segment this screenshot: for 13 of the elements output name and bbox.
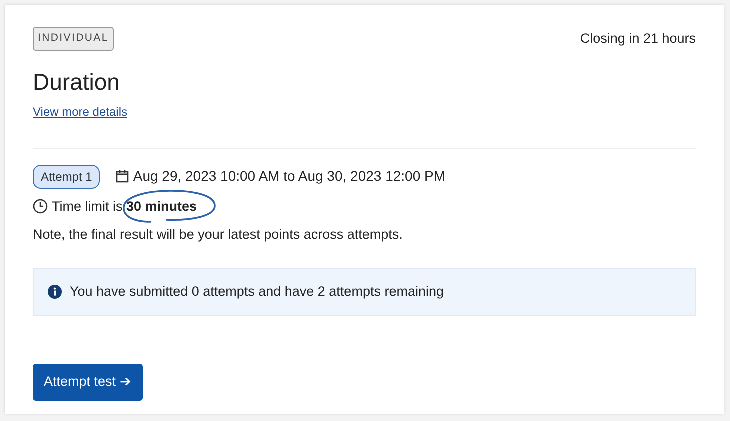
card-title: Duration <box>33 68 121 96</box>
calendar-icon <box>116 170 130 184</box>
info-message: You have submitted 0 attempts and have 2 attempts remaining <box>70 283 444 302</box>
closing-text: Closing in 21 hours <box>580 30 696 48</box>
attempt-badge: Attempt 1 <box>33 164 100 189</box>
attempt-test-button[interactable]: Attempt test ➔ <box>33 364 143 401</box>
details-link[interactable]: View more details <box>33 105 128 120</box>
type-tag: INDIVIDUAL <box>33 27 114 51</box>
time-limit-text: Time limit is 30 minutes <box>52 198 198 214</box>
schedule-text: Aug 29, 2023 10:00 AM to Aug 30, 2023 12:00 PM <box>133 167 446 186</box>
clock-icon <box>33 199 48 214</box>
info-icon <box>48 285 62 300</box>
note-text: Note, the final result will be your latest points across attempts. <box>33 226 404 244</box>
